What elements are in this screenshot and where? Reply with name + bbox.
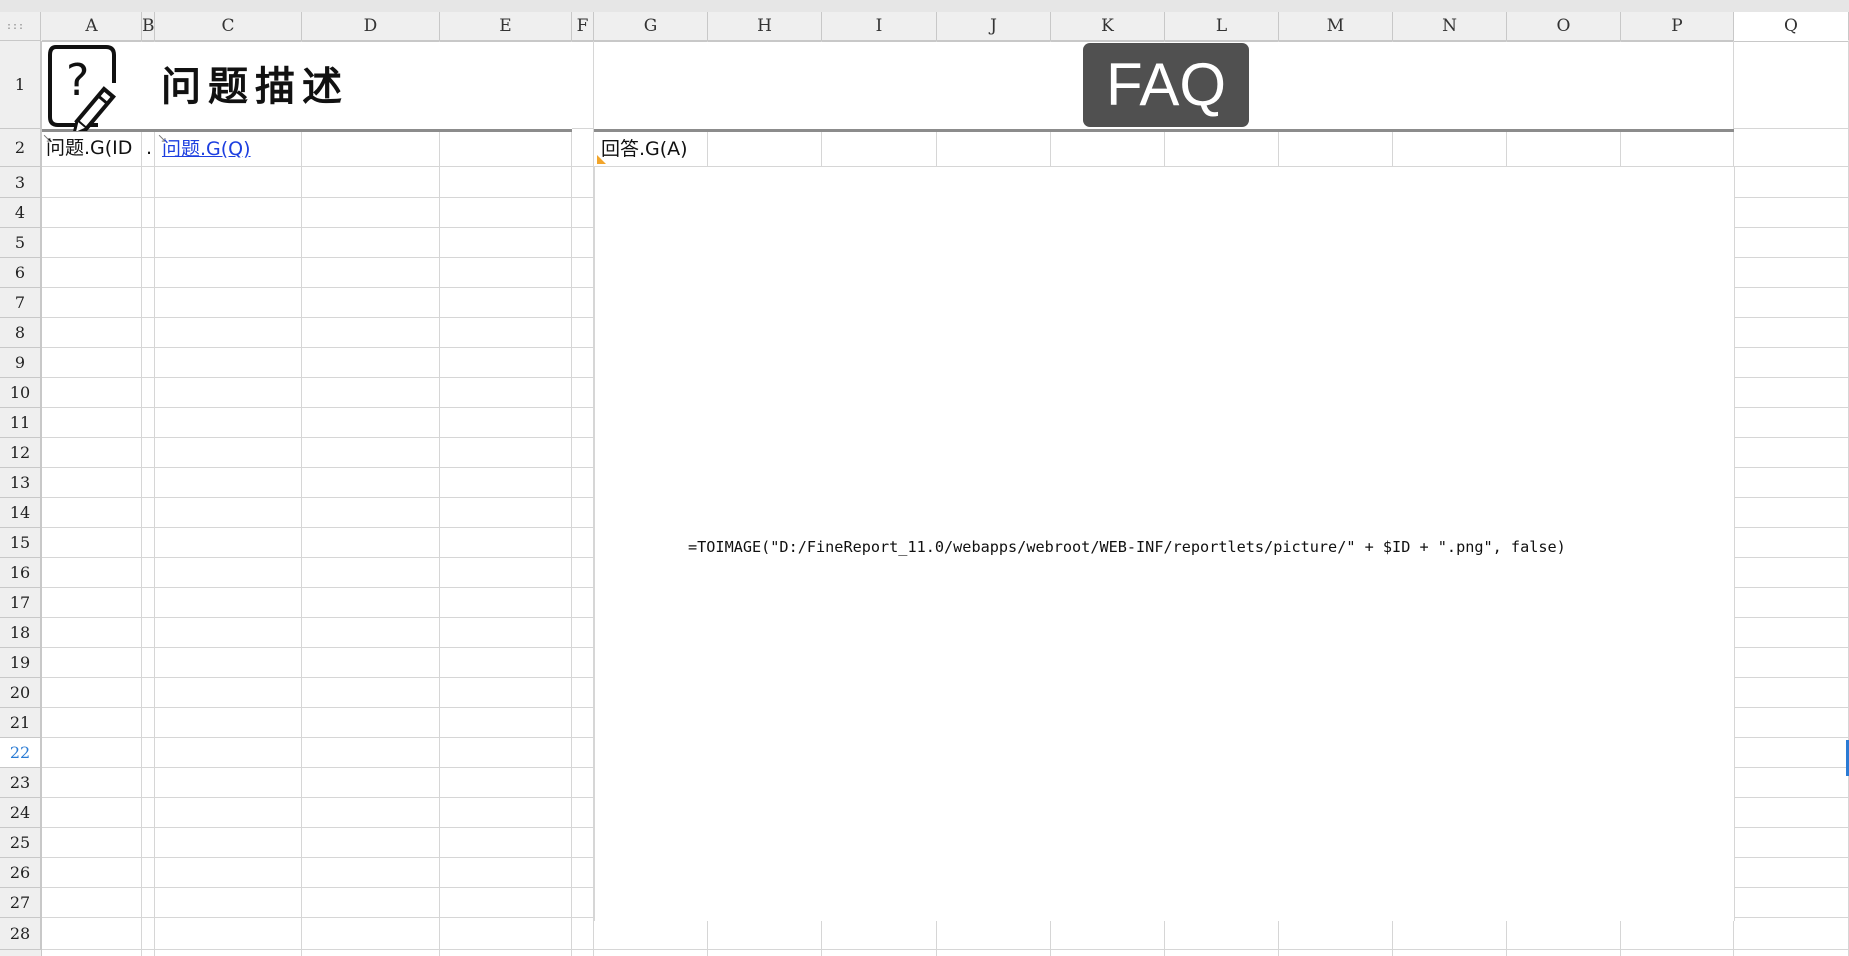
title-underline-right bbox=[594, 129, 1734, 132]
row-header-22[interactable]: 22 bbox=[0, 738, 41, 768]
row-header-23[interactable]: 23 bbox=[0, 768, 41, 798]
grid-icon: ::: bbox=[6, 21, 25, 32]
faq-badge: FAQ bbox=[1083, 43, 1249, 127]
column-header-o[interactable]: O bbox=[1507, 12, 1621, 41]
row-header-18[interactable]: 18 bbox=[0, 618, 41, 648]
row-header-9[interactable]: 9 bbox=[0, 348, 41, 378]
page-title: 问题描述 bbox=[161, 64, 349, 110]
column-header-l[interactable]: L bbox=[1165, 12, 1279, 41]
row-header-19[interactable]: 19 bbox=[0, 648, 41, 678]
row-header-3[interactable]: 3 bbox=[0, 167, 41, 198]
row-header-6[interactable]: 6 bbox=[0, 258, 41, 288]
row-header-12[interactable]: 12 bbox=[0, 438, 41, 468]
row-header-15[interactable]: 15 bbox=[0, 528, 41, 558]
grid-column-line bbox=[141, 41, 142, 956]
row-header-21[interactable]: 21 bbox=[0, 708, 41, 738]
cell-c2-link[interactable]: 问题.G(Q) bbox=[162, 137, 251, 161]
row-header-24[interactable]: 24 bbox=[0, 798, 41, 828]
grid-row-line bbox=[42, 949, 1849, 950]
column-header-b[interactable]: B bbox=[142, 12, 155, 41]
column-header-d[interactable]: D bbox=[302, 12, 440, 41]
row-header-26[interactable]: 26 bbox=[0, 858, 41, 888]
column-header-q[interactable]: Q bbox=[1734, 12, 1849, 41]
column-header-j[interactable]: J bbox=[937, 12, 1051, 41]
row-header-16[interactable]: 16 bbox=[0, 558, 41, 588]
column-header-e[interactable]: E bbox=[440, 12, 572, 41]
cell-g2[interactable]: 回答.G(A) bbox=[601, 137, 688, 161]
row-header-11[interactable]: 11 bbox=[0, 408, 41, 438]
row-header-27[interactable]: 27 bbox=[0, 888, 41, 918]
column-header-m[interactable]: M bbox=[1279, 12, 1393, 41]
row-header-10[interactable]: 10 bbox=[0, 378, 41, 408]
column-header-n[interactable]: N bbox=[1393, 12, 1507, 41]
cell-a2-overflow: . bbox=[146, 137, 153, 159]
column-header-g[interactable]: G bbox=[594, 12, 708, 41]
row-header-8[interactable]: 8 bbox=[0, 318, 41, 348]
row-header-2[interactable]: 2 bbox=[0, 129, 41, 167]
grid-column-line bbox=[439, 41, 440, 956]
row-header-20[interactable]: 20 bbox=[0, 678, 41, 708]
select-all-corner[interactable]: ::: bbox=[0, 12, 41, 41]
row-header-7[interactable]: 7 bbox=[0, 288, 41, 318]
row-header-13[interactable]: 13 bbox=[0, 468, 41, 498]
row-header-25[interactable]: 25 bbox=[0, 828, 41, 858]
grid-column-line bbox=[154, 41, 155, 956]
row-header-5[interactable]: 5 bbox=[0, 228, 41, 258]
column-header-a[interactable]: A bbox=[42, 12, 142, 41]
column-header-p[interactable]: P bbox=[1621, 12, 1734, 41]
row-header-1[interactable]: 1 bbox=[0, 41, 41, 129]
toolbar-strip bbox=[0, 0, 1849, 12]
grid-column-line bbox=[301, 41, 302, 956]
row-header-17[interactable]: 17 bbox=[0, 588, 41, 618]
svg-text:?: ? bbox=[66, 55, 89, 106]
row-header-14[interactable]: 14 bbox=[0, 498, 41, 528]
question-edit-icon: ? bbox=[46, 43, 138, 137]
spreadsheet: ::: ABCDEFGHIJKLMNOPQ 1 2 3 4 5 6 7 8 9 10 11 12 13 1… bbox=[0, 0, 1849, 956]
cell-a2[interactable]: 问题.G(ID bbox=[46, 136, 132, 160]
row-header-4[interactable]: 4 bbox=[0, 198, 41, 228]
column-header-h[interactable]: H bbox=[708, 12, 822, 41]
column-header-i[interactable]: I bbox=[822, 12, 937, 41]
formula-text: =TOIMAGE("D:/FineReport_11.0/webapps/web… bbox=[688, 538, 1566, 556]
column-header-k[interactable]: K bbox=[1051, 12, 1165, 41]
row-header-28[interactable]: 28 bbox=[0, 918, 41, 950]
column-header-f[interactable]: F bbox=[572, 12, 594, 41]
column-header-c[interactable]: C bbox=[155, 12, 302, 41]
grid-column-line bbox=[571, 41, 572, 956]
